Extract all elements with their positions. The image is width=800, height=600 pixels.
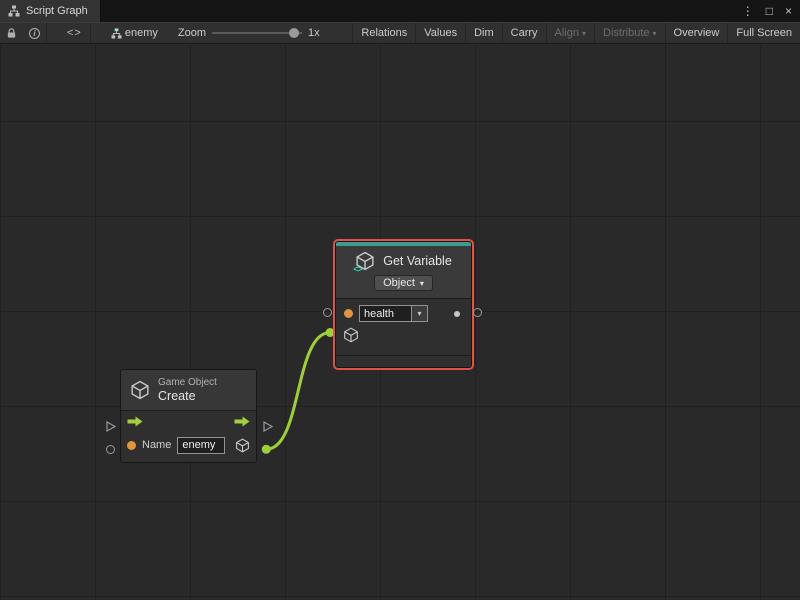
chevron-down-icon: ▾ (653, 29, 657, 38)
node-title: Create (158, 389, 217, 403)
variable-scope-dropdown[interactable]: Object ▾ (374, 275, 433, 291)
lock-button[interactable] (0, 23, 23, 43)
zoom-slider-handle[interactable] (289, 28, 299, 38)
game-object-output-cube-icon[interactable] (235, 438, 250, 453)
node-category: Game Object (158, 377, 217, 389)
edit-code-button[interactable]: <> (59, 23, 90, 43)
flow-input-arrow-icon[interactable] (126, 416, 144, 427)
flow-output-arrow-icon[interactable] (233, 416, 251, 427)
node-game-object-create[interactable]: Game Object Create Name enemy (120, 369, 257, 463)
cube-icon (130, 380, 150, 400)
zoom-label: Zoom (178, 27, 206, 39)
flow-output-port-triangle[interactable] (261, 420, 274, 433)
connected-output-port[interactable] (262, 445, 271, 454)
window-controls: ⋮ □ × (742, 0, 800, 22)
menu-icon[interactable]: ⋮ (742, 4, 754, 18)
carry-button[interactable]: Carry (503, 23, 546, 43)
graph-icon (8, 5, 20, 17)
values-button[interactable]: Values (416, 23, 465, 43)
graph-canvas[interactable]: Game Object Create Name enemy (0, 45, 800, 600)
close-icon[interactable]: × (785, 4, 792, 18)
connected-input-port[interactable] (326, 328, 335, 337)
relations-button[interactable]: Relations (353, 23, 415, 43)
script-graph-window: Script Graph ⋮ □ × i <> (0, 0, 800, 600)
toolbar-separator (90, 23, 91, 43)
node-header[interactable]: Game Object Create (121, 370, 256, 410)
lock-icon (6, 27, 17, 39)
graph-toolbar: i <> enemy Zoom 1x Relations (0, 22, 800, 44)
value-external-port[interactable] (473, 308, 482, 317)
code-badge-icon: <> (353, 264, 362, 274)
graph-breadcrumb[interactable]: enemy (103, 23, 166, 43)
info-button[interactable]: i (23, 23, 46, 43)
name-input-port[interactable] (127, 441, 136, 450)
object-input-cube-icon[interactable] (343, 327, 359, 343)
fullscreen-button[interactable]: Full Screen (728, 23, 800, 43)
toolbar-separator (46, 23, 47, 43)
chevron-down-icon: ▾ (420, 279, 424, 288)
tab-title: Script Graph (26, 5, 88, 17)
distribute-button: Distribute ▾ (595, 23, 664, 43)
tab-script-graph[interactable]: Script Graph (0, 0, 101, 22)
flow-input-port-triangle[interactable] (104, 420, 117, 433)
variable-name-dropdown-button[interactable]: ▾ (411, 305, 428, 322)
overview-button[interactable]: Overview (666, 23, 728, 43)
zoom-value: 1x (308, 27, 320, 39)
dim-button[interactable]: Dim (466, 23, 502, 43)
connection-wire[interactable] (266, 332, 330, 449)
graph-asset-icon (111, 28, 122, 39)
node-get-variable[interactable]: <> Get Variable Object ▾ health ▾ (335, 241, 472, 368)
chevron-down-icon: ▾ (417, 309, 421, 318)
variable-name-external-port[interactable] (323, 308, 332, 317)
zoom-slider[interactable] (212, 32, 302, 34)
maximize-icon[interactable]: □ (766, 4, 773, 18)
value-output-port[interactable] (454, 311, 460, 317)
name-port-label: Name (142, 439, 171, 451)
align-button: Align ▾ (547, 23, 594, 43)
node-header[interactable]: <> Get Variable Object ▾ (336, 246, 471, 298)
name-external-port[interactable] (106, 445, 115, 454)
variable-name-port[interactable] (344, 309, 353, 318)
code-icon: <> (67, 27, 82, 39)
variable-name-field[interactable]: health (359, 305, 411, 322)
info-icon: i (29, 28, 40, 39)
graph-name: enemy (125, 27, 158, 39)
chevron-down-icon: ▾ (582, 29, 586, 38)
node-title: Get Variable (383, 254, 452, 268)
name-input-field[interactable]: enemy (177, 437, 225, 454)
tab-bar: Script Graph ⋮ □ × (0, 0, 800, 22)
